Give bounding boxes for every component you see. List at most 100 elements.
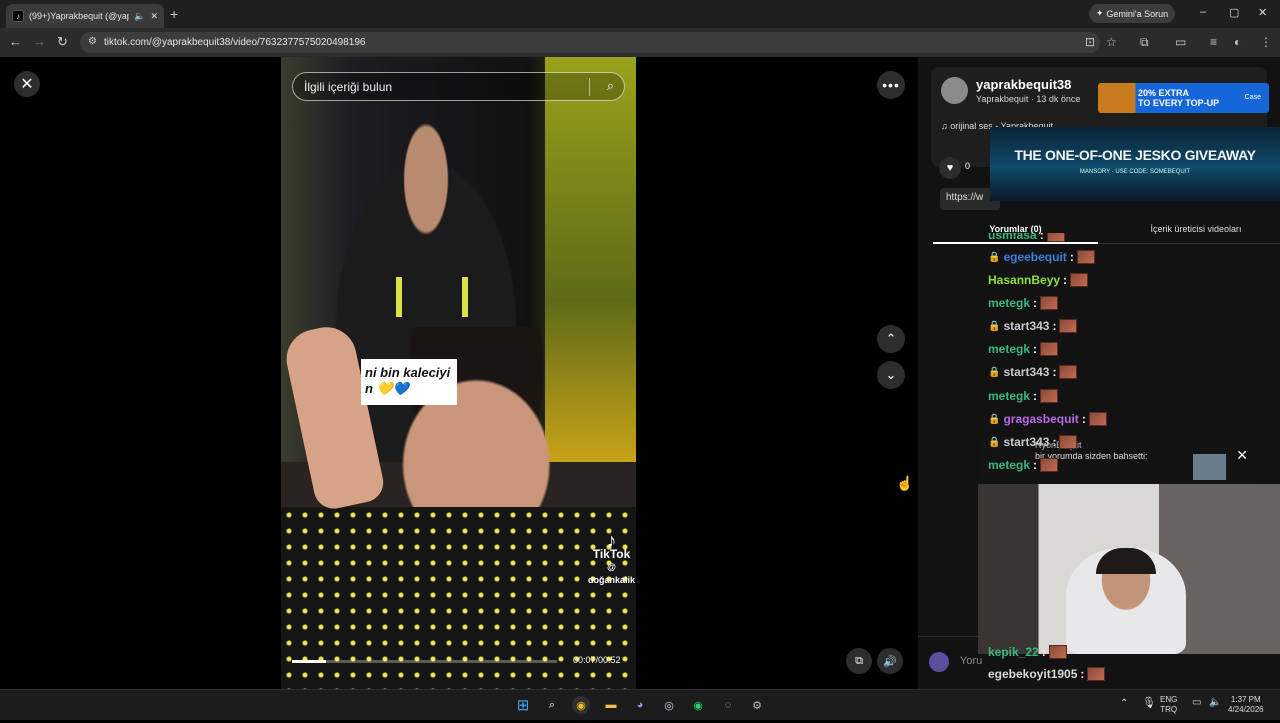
- chat-badge-icon: 🔒: [988, 251, 1001, 263]
- chat-message: HasannBeyy :: [988, 270, 1089, 290]
- tab-close-icon[interactable]: ✕: [150, 11, 158, 22]
- minimize-button[interactable]: –: [1200, 6, 1206, 18]
- chat-emote-icon: [1040, 342, 1059, 356]
- forward-icon[interactable]: →: [33, 34, 46, 49]
- watermark-brand: TikTok: [592, 547, 631, 561]
- gemini-label: Gemini'a Sorun: [1106, 8, 1169, 19]
- install-app-icon[interactable]: ⊡: [1085, 35, 1095, 49]
- tab-title: (99+)Yaprakbequit (@yapra: [29, 11, 130, 21]
- search-divider: [589, 78, 590, 96]
- close-video-button[interactable]: ✕: [14, 71, 40, 97]
- ad-text: 20% EXTRA TO EVERY TOP-UP: [1138, 88, 1219, 108]
- chat-username: start343: [1003, 319, 1050, 333]
- chat-username: HasannBeyy: [988, 273, 1061, 287]
- chevron-up-icon: ⌃: [885, 331, 897, 346]
- mouse-cursor-icon: ☝: [896, 475, 914, 491]
- chat-emote-icon: [1087, 667, 1106, 681]
- bookmark-star-icon[interactable]: ☆: [1106, 35, 1117, 49]
- chat-emote-icon: [1059, 435, 1078, 449]
- comment-input[interactable]: Yoru: [960, 655, 982, 667]
- reading-mode-icon[interactable]: ▭: [1175, 35, 1186, 49]
- url-text: tiktok.com/@yaprakbequit38/video/7632377…: [104, 37, 366, 48]
- profile-avatar-icon[interactable]: ◐: [1234, 35, 1241, 49]
- extensions-icon[interactable]: ⧉: [1140, 35, 1149, 50]
- chat-badge-icon: 🔒: [988, 436, 1001, 448]
- chat-badge-icon: 🔒: [988, 366, 1001, 378]
- windows-taskbar: ⊞ ⌕ ◉ ▬ ◕ ◎ ◉ ◌ ⚙ ⌃ 🎙 ENG TRQ ▭ 🔈 1:37 P…: [0, 689, 1280, 720]
- notification-close-button[interactable]: ✕: [1236, 447, 1248, 464]
- search-icon[interactable]: ⌕: [607, 78, 614, 94]
- clock[interactable]: 1:37 PM 4/24/2026: [1228, 695, 1264, 715]
- maximize-button[interactable]: ▢: [1229, 6, 1239, 19]
- video-player[interactable]: ni bin kaleciyi n 💛💙 İlgili içeriği bulu…: [281, 57, 636, 689]
- address-toolbar: ← → ↻ ⚙ tiktok.com/@yaprakbequit38/video…: [0, 28, 1280, 57]
- volume-icon: 🔊: [883, 655, 897, 668]
- file-explorer-icon[interactable]: ▬: [602, 696, 620, 714]
- new-tab-button[interactable]: +: [170, 6, 178, 22]
- menu-icon[interactable]: ⋮: [1260, 35, 1272, 49]
- close-window-button[interactable]: ✕: [1258, 6, 1267, 19]
- like-button[interactable]: ♥: [939, 157, 961, 179]
- url-field[interactable]: ⚙ tiktok.com/@yaprakbequit38/video/76323…: [80, 32, 1100, 53]
- reload-icon[interactable]: ↻: [57, 34, 68, 50]
- giveaway-ad-banner[interactable]: THE ONE-OF-ONE JESKO GIVEAWAY MANSORY · …: [990, 127, 1280, 201]
- next-video-button[interactable]: ⌄: [877, 361, 905, 389]
- pip-button[interactable]: ⧉: [846, 648, 872, 674]
- spotify-icon[interactable]: ◉: [689, 696, 707, 714]
- chat-separator: :: [1069, 250, 1074, 264]
- video-time: 00:07/00:52: [573, 655, 621, 665]
- chat-separator: :: [1033, 342, 1038, 356]
- chat-username: metegk: [988, 458, 1031, 472]
- video-progress-bar[interactable]: [292, 660, 557, 663]
- chat-username: gragasbequit: [1003, 412, 1079, 426]
- chat-emote-icon: [1088, 412, 1107, 426]
- tiktok-watermark: ♪ TikTok @ doğankalik: [587, 531, 636, 587]
- search-input[interactable]: İlgili içeriği bulun ⌕: [292, 72, 625, 101]
- notification-thumbnail: [1193, 454, 1226, 480]
- steam-icon[interactable]: ◎: [660, 696, 678, 714]
- stream-chat-overlay: üsmfasa : 🔒 egeebequit : HasannBeyy : metegk…: [988, 233, 1168, 723]
- microphone-icon[interactable]: 🎙: [1142, 698, 1156, 709]
- windows-start-icon[interactable]: ⊞: [514, 696, 532, 714]
- chat-username: kepik_22: [988, 645, 1039, 659]
- network-icon[interactable]: ▭: [1192, 698, 1201, 708]
- chat-emote-icon: [1076, 250, 1095, 264]
- creator-username[interactable]: yaprakbequit38: [976, 77, 1071, 92]
- previous-video-button[interactable]: ⌃: [877, 325, 905, 353]
- settings-icon[interactable]: ⚙: [748, 696, 766, 714]
- chat-message: metegk :: [988, 455, 1059, 475]
- chat-separator: :: [1033, 296, 1038, 310]
- volume-icon[interactable]: 🔈: [1209, 698, 1221, 708]
- chevron-up-icon[interactable]: ⌃: [1120, 699, 1128, 709]
- volume-button[interactable]: 🔊: [877, 648, 903, 674]
- browser-tab[interactable]: ♪ (99+)Yaprakbequit (@yapra 🔈 ✕: [6, 4, 164, 28]
- chat-message: 🔒 start343 :: [988, 362, 1078, 382]
- chat-username: üsmfasa: [988, 233, 1037, 242]
- video-caption: ni bin kaleciyi n 💛💙: [361, 359, 457, 405]
- gemini-button[interactable]: ✦ Gemini'a Sorun: [1089, 4, 1175, 23]
- avatar[interactable]: [941, 77, 968, 104]
- clock-date: 4/24/2026: [1228, 705, 1264, 714]
- ad-brand: Case: [1244, 94, 1261, 101]
- back-icon[interactable]: ←: [9, 34, 22, 49]
- chat-separator: :: [1080, 667, 1085, 681]
- discord-icon[interactable]: ◕: [631, 696, 649, 714]
- chat-separator: :: [1063, 273, 1068, 287]
- more-options-button[interactable]: •••: [877, 71, 905, 99]
- topup-ad-banner[interactable]: 20% EXTRA TO EVERY TOP-UP Case: [1098, 83, 1269, 113]
- site-info-icon[interactable]: ⚙: [88, 36, 97, 47]
- media-icon[interactable]: ≡: [1210, 35, 1217, 49]
- chat-username: metegk: [988, 342, 1031, 356]
- chat-username: metegk: [988, 296, 1031, 310]
- progress-fill: [292, 660, 327, 663]
- chat-username: start343: [1003, 365, 1050, 379]
- search-icon[interactable]: ⌕: [543, 696, 561, 714]
- avatar: [929, 652, 949, 672]
- app-icon[interactable]: ◌: [719, 696, 737, 714]
- speaker-icon[interactable]: 🔈: [134, 11, 145, 22]
- chrome-icon[interactable]: ◉: [572, 696, 590, 714]
- watermark-user: @ doğankalik: [587, 562, 635, 585]
- language-indicator[interactable]: ENG TRQ: [1160, 695, 1177, 715]
- chat-message: metegk :: [988, 293, 1059, 313]
- chat-message: metegk :: [988, 339, 1059, 359]
